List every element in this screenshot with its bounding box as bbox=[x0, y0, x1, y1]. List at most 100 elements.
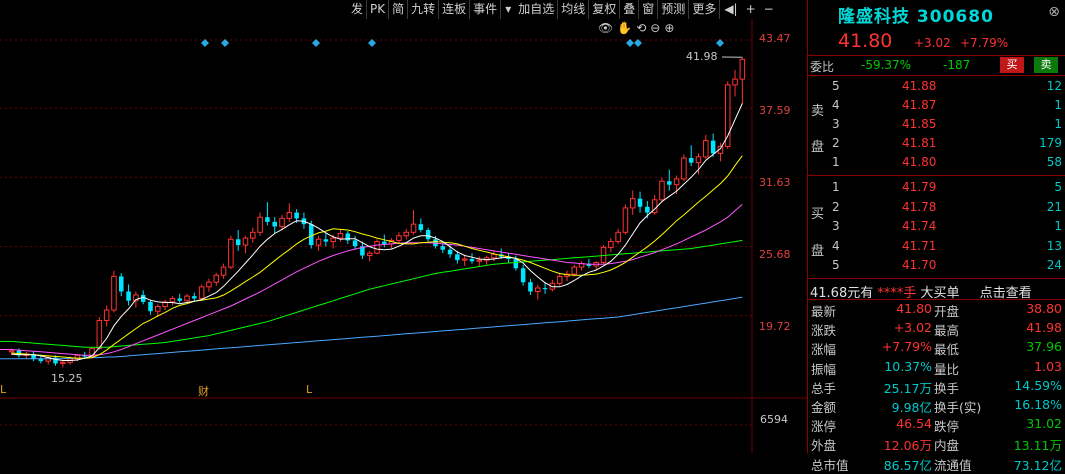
stat-label: 开盘 bbox=[934, 301, 959, 320]
sell-button[interactable]: 卖 bbox=[1034, 57, 1058, 73]
stock-name: 隆盛科技 bbox=[838, 7, 910, 27]
volume-axis-label: 6594 bbox=[760, 413, 788, 426]
candle-body bbox=[104, 310, 109, 320]
hand-icon[interactable]: ✋ bbox=[617, 21, 632, 35]
orderbook-row[interactable]: 141.795 bbox=[808, 180, 1065, 199]
zoom-out-icon[interactable]: − bbox=[760, 0, 778, 19]
candle-body bbox=[251, 232, 256, 238]
orderbook-row[interactable]: 141.8058 bbox=[808, 155, 1065, 174]
toolbar-button[interactable]: 更多 bbox=[689, 0, 720, 19]
candle-body bbox=[126, 291, 131, 300]
candle-body bbox=[609, 242, 614, 248]
candle-body bbox=[638, 199, 643, 207]
orderbook-row[interactable]: 241.81179 bbox=[808, 136, 1065, 155]
plus-icon[interactable]: ⊕ bbox=[664, 21, 674, 35]
candle-body bbox=[630, 199, 635, 208]
toolbar-button[interactable]: 叠 bbox=[620, 0, 639, 19]
toolbar-button[interactable]: 窗 bbox=[639, 0, 658, 19]
buy-button[interactable]: 买 bbox=[1000, 57, 1024, 73]
candle-body bbox=[324, 239, 329, 241]
eye-icon[interactable]: 👁 bbox=[598, 21, 613, 35]
min-price-label: 15.25 bbox=[51, 372, 83, 385]
stat-value: 31.02 bbox=[1026, 416, 1062, 431]
candle-body bbox=[470, 259, 475, 261]
stat-value: 9.98亿 bbox=[868, 397, 932, 416]
candle-body bbox=[667, 181, 672, 184]
toolbar-button[interactable]: PK bbox=[367, 0, 389, 19]
stat-label: 最低 bbox=[934, 339, 959, 358]
divider bbox=[808, 278, 1065, 279]
divider bbox=[808, 175, 1065, 176]
orderbook-price: 41.85 bbox=[902, 117, 936, 131]
orderbook-row[interactable]: 541.8812 bbox=[808, 79, 1065, 98]
candle-body bbox=[725, 85, 730, 147]
candle-body bbox=[674, 179, 679, 185]
candle-body bbox=[112, 276, 117, 310]
event-marker[interactable]: 财 bbox=[198, 383, 209, 399]
candle-body bbox=[177, 298, 182, 300]
chart-area[interactable]: 发PK简九转连板事件▾加自选均线复权叠窗预测更多◀|+− 👁 ✋ ⟲ ⊖ ⊕ 4… bbox=[0, 0, 807, 453]
candle-body bbox=[170, 298, 175, 301]
orderbook-row[interactable]: 241.7821 bbox=[808, 200, 1065, 219]
replay-icon[interactable]: ⟲ bbox=[636, 21, 646, 35]
weibi-label: 委比 bbox=[810, 58, 834, 75]
stat-label: 量比 bbox=[934, 359, 959, 378]
orderbook-volume: 24 bbox=[1047, 258, 1062, 272]
event-marker[interactable]: L bbox=[0, 383, 6, 396]
orderbook-row[interactable]: 541.7024 bbox=[808, 258, 1065, 277]
candle-body bbox=[294, 213, 299, 219]
stat-label: 涨停 bbox=[811, 416, 836, 435]
orderbook-row[interactable]: 341.741 bbox=[808, 219, 1065, 238]
event-marker[interactable]: L bbox=[306, 383, 312, 396]
kline-chart[interactable] bbox=[0, 0, 807, 453]
orderbook-level: 5 bbox=[832, 79, 840, 93]
toolbar-button[interactable]: 预测 bbox=[658, 0, 689, 19]
toolbar-button[interactable]: 均线 bbox=[558, 0, 589, 19]
orderbook-row[interactable]: 441.871 bbox=[808, 98, 1065, 117]
event-diamond-icon bbox=[368, 39, 376, 47]
toolbar-button[interactable]: 复权 bbox=[589, 0, 620, 19]
stat-value: 73.12亿 bbox=[1014, 455, 1062, 474]
candle-body bbox=[346, 233, 351, 240]
candle-body bbox=[477, 260, 482, 261]
toolbar-button[interactable]: 加自选 bbox=[515, 0, 558, 19]
orderbook-volume: 1 bbox=[1054, 98, 1062, 112]
candle-body bbox=[272, 222, 277, 227]
stat-value: 25.17万 bbox=[868, 378, 932, 397]
orderbook-row[interactable]: 441.7113 bbox=[808, 239, 1065, 258]
candle-body bbox=[214, 275, 219, 282]
toolbar-button[interactable]: 简 bbox=[389, 0, 408, 19]
candle-body bbox=[689, 158, 694, 163]
candle-body bbox=[397, 236, 402, 241]
candle-body bbox=[61, 362, 66, 363]
toolbar-button[interactable]: 事件 bbox=[470, 0, 501, 19]
orderbook-level: 4 bbox=[832, 98, 840, 112]
toolbar-button[interactable]: 发 bbox=[348, 0, 367, 19]
candle-body bbox=[9, 351, 14, 352]
candle-body bbox=[623, 208, 628, 232]
orderbook-price: 41.70 bbox=[902, 258, 936, 272]
candle-body bbox=[156, 307, 161, 312]
stat-value: 12.06万 bbox=[868, 435, 932, 454]
y-tick-label: 25.68 bbox=[759, 248, 807, 261]
toolbar-button[interactable]: 连板 bbox=[439, 0, 470, 19]
candle-body bbox=[682, 158, 687, 179]
candle-body bbox=[353, 240, 358, 246]
zoom-in-icon[interactable]: + bbox=[742, 0, 760, 19]
candle-body bbox=[419, 224, 424, 230]
candle-body bbox=[572, 267, 577, 274]
stat-label: 换手(实) bbox=[934, 397, 981, 416]
back-arrow-icon[interactable]: ◀| bbox=[720, 0, 741, 19]
close-icon[interactable]: ⊗ bbox=[1048, 4, 1060, 20]
stat-label: 涨幅 bbox=[811, 339, 836, 358]
triangle-down-icon[interactable]: ▾ bbox=[501, 0, 515, 19]
event-diamond-icon bbox=[626, 39, 634, 47]
candle-body bbox=[367, 253, 372, 255]
toolbar-button[interactable]: 九转 bbox=[408, 0, 439, 19]
candle-body bbox=[462, 259, 467, 260]
minus-icon[interactable]: ⊖ bbox=[650, 21, 660, 35]
candle-body bbox=[528, 282, 533, 291]
orderbook-level: 3 bbox=[832, 117, 840, 131]
orderbook-row[interactable]: 341.851 bbox=[808, 117, 1065, 136]
stat-value: 38.80 bbox=[1026, 301, 1062, 316]
